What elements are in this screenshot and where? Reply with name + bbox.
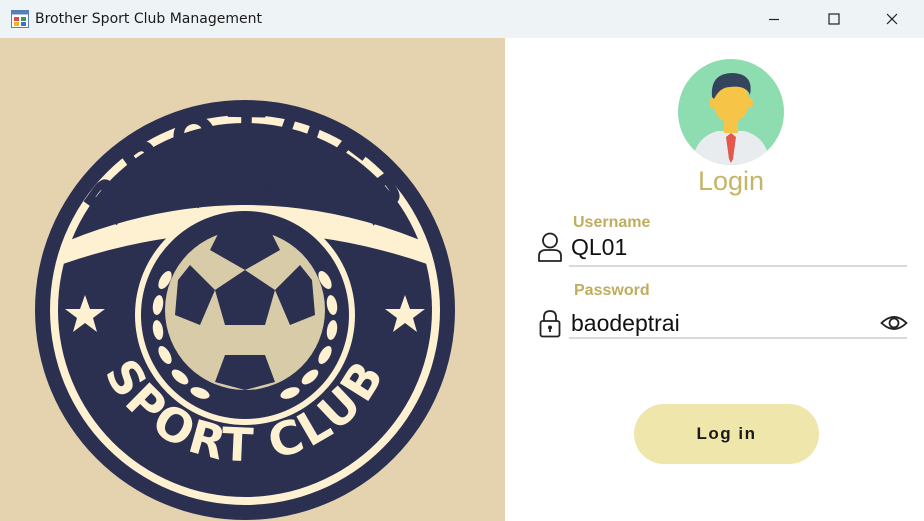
club-logo: BROTHER ESTD-2024 SPORT CLUB: [35, 99, 455, 520]
maximize-button[interactable]: [806, 0, 862, 38]
minimize-icon: [769, 18, 779, 21]
user-icon: [538, 232, 562, 262]
login-panel: Login Username Password Log in: [505, 38, 924, 521]
login-title: Login: [697, 166, 765, 196]
close-icon: [886, 13, 898, 25]
username-underline: [569, 265, 907, 267]
password-input[interactable]: [569, 308, 907, 338]
close-button[interactable]: [864, 0, 920, 38]
logo-panel: BROTHER ESTD-2024 SPORT CLUB: [0, 38, 505, 521]
login-button[interactable]: Log in: [634, 404, 819, 464]
user-avatar-icon: [678, 59, 784, 165]
window-title: Brother Sport Club Management: [35, 11, 262, 27]
app-form-icon: [11, 10, 29, 28]
lock-icon: [539, 310, 561, 338]
eye-icon[interactable]: [880, 313, 908, 333]
username-input[interactable]: [569, 232, 907, 262]
title-bar[interactable]: Brother Sport Club Management: [0, 0, 924, 38]
username-label: Username: [573, 214, 651, 231]
login-window: Brother Sport Club Management BROTHER ES…: [0, 0, 924, 521]
maximize-icon: [828, 13, 840, 25]
minimize-button[interactable]: [746, 0, 802, 38]
password-underline: [569, 337, 907, 339]
password-label: Password: [574, 282, 650, 299]
